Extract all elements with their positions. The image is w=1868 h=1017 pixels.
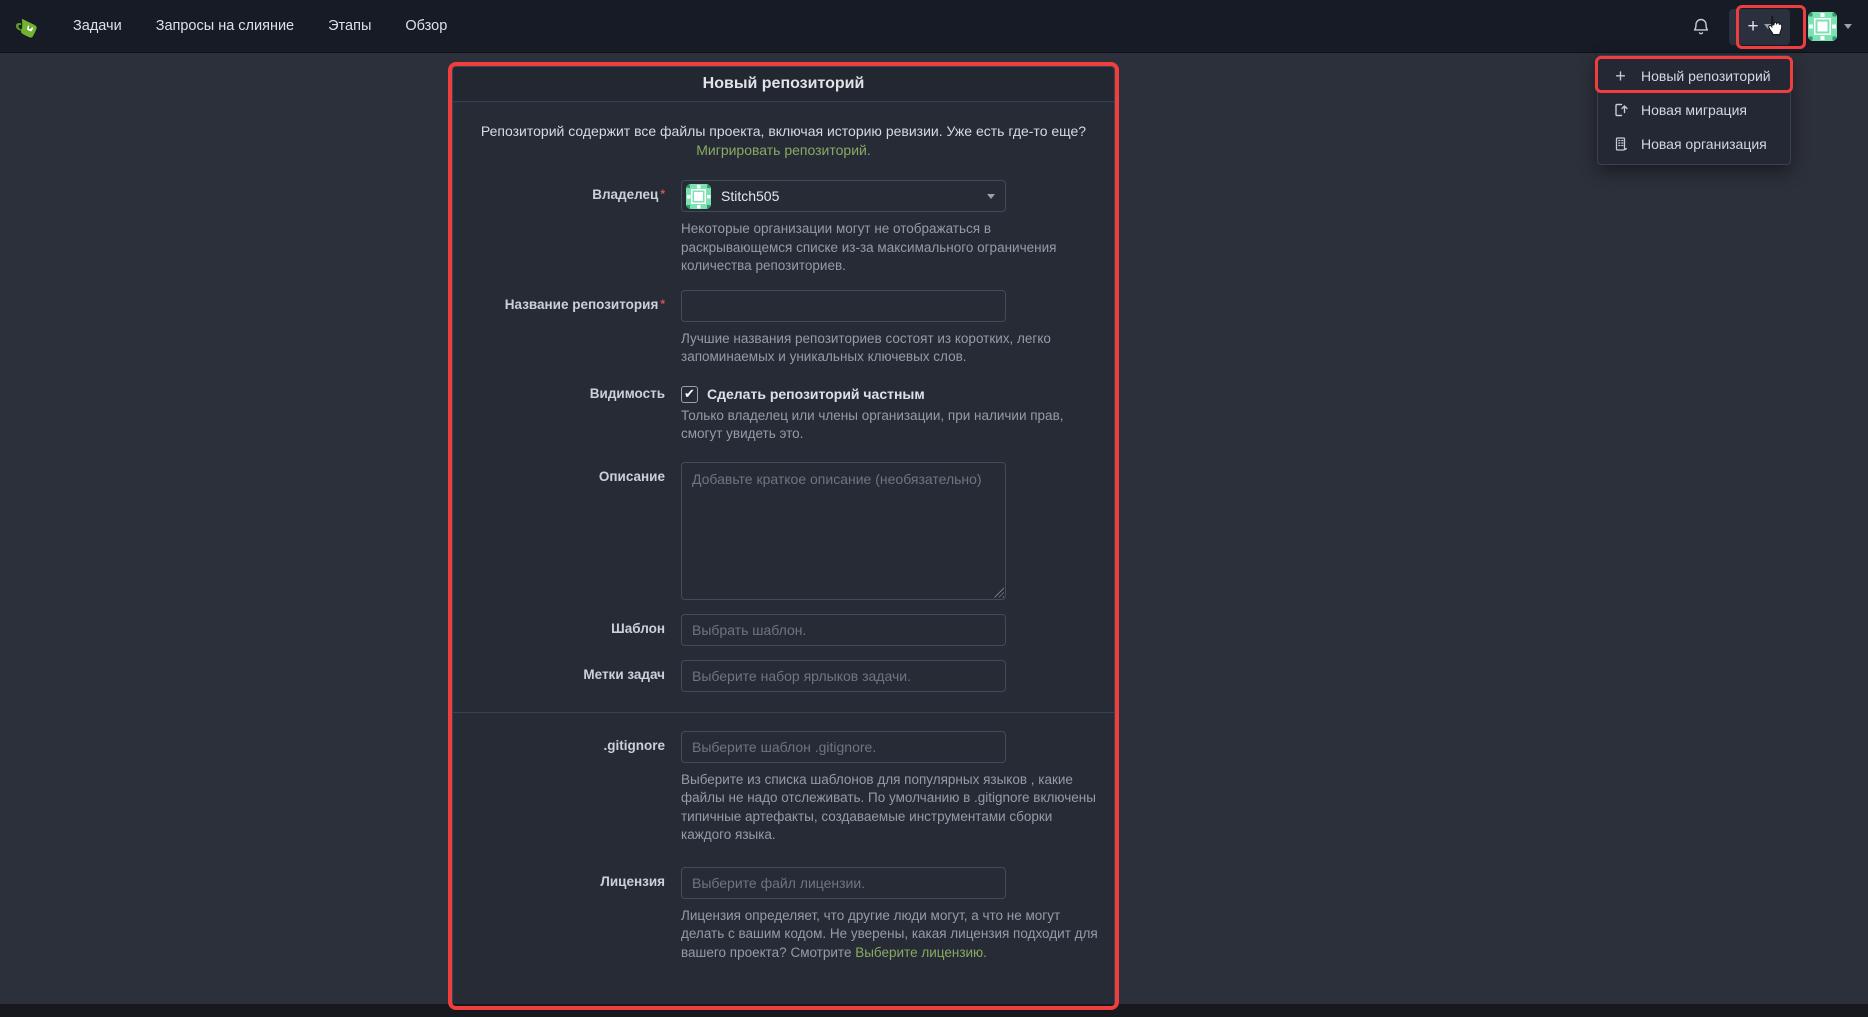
menu-item-label: Новый репозиторий: [1641, 68, 1771, 84]
new-repository-form: Новый репозиторий Репозиторий содержит в…: [452, 66, 1115, 1010]
migrate-repository-link[interactable]: Мигрировать репозиторий.: [696, 142, 871, 158]
repo-name-label: Название репозитория*: [469, 290, 681, 367]
repo-name-label-text: Название репозитория: [505, 297, 659, 312]
menu-item-new-repository[interactable]: + Новый репозиторий: [1598, 59, 1790, 93]
menu-item-new-migration[interactable]: Новая миграция: [1598, 93, 1790, 127]
organization-icon: [1612, 136, 1629, 153]
license-input[interactable]: [681, 867, 1006, 899]
page-bottom-strip: [0, 1004, 1868, 1017]
chevron-down-icon: [987, 194, 995, 199]
description-label: Описание: [469, 462, 681, 600]
license-label-text: Лицензия: [600, 874, 665, 889]
license-label: Лицензия: [469, 867, 681, 963]
menu-item-label: Новая организация: [1641, 136, 1767, 152]
private-repo-checkbox-label: Сделать репозиторий частным: [707, 386, 925, 402]
create-new-dropdown-menu: + Новый репозиторий Новая миграция Новая…: [1597, 55, 1791, 165]
template-label-text: Шаблон: [611, 621, 665, 636]
gitignore-input[interactable]: [681, 731, 1006, 763]
nav-links: Задачи Запросы на слияние Этапы Обзор: [73, 18, 447, 34]
nav-item-issues[interactable]: Задачи: [73, 18, 122, 34]
owner-select[interactable]: Stitch505: [681, 180, 1006, 212]
owner-field-row: Владелец*: [469, 180, 1098, 276]
license-help-text: Лицензия определяет, что другие люди мог…: [681, 907, 1098, 963]
nav-item-milestones[interactable]: Этапы: [328, 18, 371, 34]
menu-item-new-organization[interactable]: Новая организация: [1598, 127, 1790, 161]
gitignore-label: .gitignore: [469, 731, 681, 845]
gitea-logo[interactable]: [16, 13, 43, 40]
template-field-row: Шаблон: [469, 614, 1098, 646]
required-asterisk: *: [660, 297, 665, 311]
private-repo-checkbox[interactable]: ✔: [681, 386, 698, 403]
chevron-down-icon: [1764, 24, 1772, 29]
gitignore-field-row: .gitignore Выберите из списка шаблонов д…: [469, 731, 1098, 845]
repo-name-field-row: Название репозитория* Лучшие названия ре…: [469, 290, 1098, 367]
visibility-field-row: Видимость ✔ Сделать репозиторий частным …: [469, 381, 1098, 444]
user-avatar: [1808, 12, 1837, 41]
page-title: Новый репозиторий: [703, 75, 865, 93]
owner-label: Владелец*: [469, 180, 681, 276]
issue-labels-field-row: Метки задач: [469, 660, 1098, 692]
visibility-help-text: Только владелец или члены организации, п…: [681, 407, 1098, 444]
nav-item-pull-requests[interactable]: Запросы на слияние: [156, 18, 294, 34]
notifications-bell-icon[interactable]: [1691, 17, 1711, 37]
nav-item-explore[interactable]: Обзор: [405, 18, 447, 34]
visibility-label-text: Видимость: [590, 386, 665, 401]
user-menu-button[interactable]: [1808, 12, 1852, 41]
owner-label-text: Владелец: [592, 187, 658, 202]
issue-labels-label-text: Метки задач: [583, 667, 665, 682]
create-new-button[interactable]: +: [1729, 9, 1790, 45]
repo-name-help-text: Лучшие названия репозиториев состоят из …: [681, 330, 1098, 367]
issue-labels-label: Метки задач: [469, 660, 681, 692]
form-body: Репозиторий содержит все файлы проекта, …: [453, 102, 1114, 996]
description-field-row: Описание: [469, 462, 1098, 600]
gitignore-help-text: Выберите из списка шаблонов для популярн…: [681, 771, 1098, 845]
navbar-right: +: [1691, 0, 1852, 53]
template-label: Шаблон: [469, 614, 681, 646]
plus-icon: +: [1612, 68, 1629, 85]
description-textarea[interactable]: [681, 462, 1006, 600]
license-field-row: Лицензия Лицензия определяет, что другие…: [469, 867, 1098, 963]
section-divider: [453, 712, 1114, 713]
owner-avatar: [686, 184, 711, 209]
owner-help-text: Некоторые организации могут не отображат…: [681, 220, 1098, 276]
plus-icon: +: [1747, 17, 1758, 36]
template-input[interactable]: [681, 614, 1006, 646]
gitignore-label-text: .gitignore: [604, 738, 666, 753]
form-intro-text: Репозиторий содержит все файлы проекта, …: [480, 122, 1088, 160]
visibility-label: Видимость: [469, 381, 681, 444]
form-header: Новый репозиторий: [453, 67, 1114, 102]
migrate-icon: [1612, 102, 1629, 119]
description-label-text: Описание: [599, 469, 665, 484]
choose-license-link[interactable]: Выберите лицензию.: [855, 945, 987, 960]
required-asterisk: *: [660, 187, 665, 201]
owner-selected-value: Stitch505: [721, 188, 779, 204]
intro-text: Репозиторий содержит все файлы проекта, …: [481, 123, 1086, 139]
repo-name-input[interactable]: [681, 290, 1006, 322]
issue-labels-input[interactable]: [681, 660, 1006, 692]
menu-item-label: Новая миграция: [1641, 102, 1747, 118]
chevron-down-icon: [1844, 24, 1852, 29]
top-navbar: Задачи Запросы на слияние Этапы Обзор +: [0, 0, 1868, 53]
